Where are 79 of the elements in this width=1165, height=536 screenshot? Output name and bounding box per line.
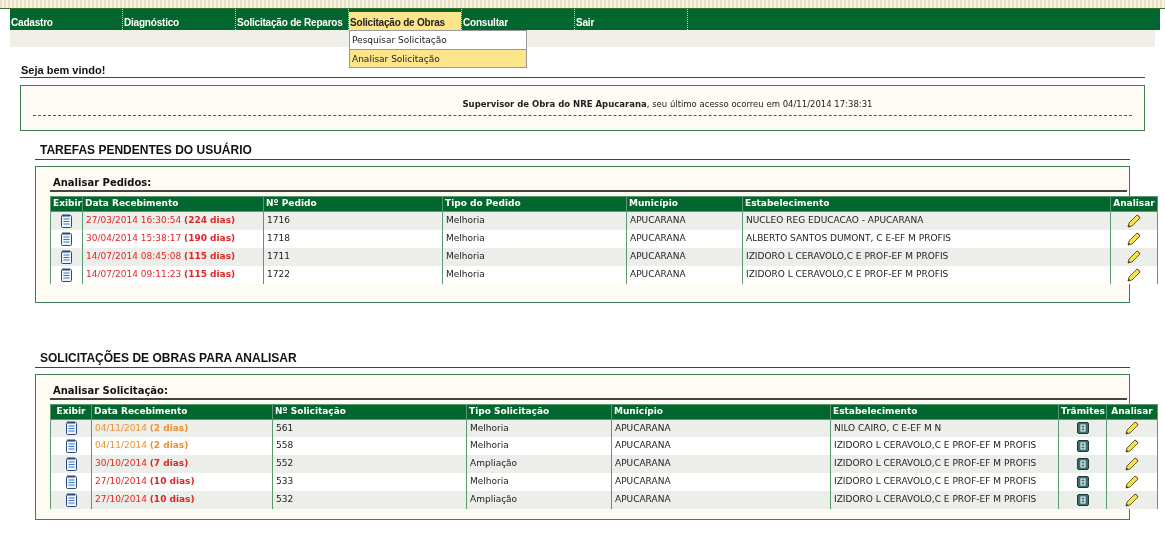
- column-header: Tipo do Pedido: [442, 196, 627, 212]
- list-icon[interactable]: [1076, 475, 1089, 488]
- column-header: Analisar: [1106, 404, 1158, 419]
- column-header: Analisar: [1110, 196, 1158, 212]
- column-header: Data Recebimento: [91, 404, 273, 419]
- document-icon[interactable]: [61, 267, 72, 282]
- pencil-icon[interactable]: [1125, 493, 1139, 507]
- list-icon[interactable]: [1076, 422, 1089, 434]
- document-icon[interactable]: [65, 439, 77, 453]
- column-header: Exibir: [50, 404, 92, 419]
- table-cell: Melhoria: [442, 211, 627, 230]
- table-cell: Melhoria: [442, 229, 627, 248]
- table-caption: Analisar Solicitação:: [52, 384, 169, 397]
- table-cell: APUCARANA: [611, 491, 831, 509]
- column-header: Estabelecimento: [830, 404, 1059, 419]
- column-header: Nº Solicitação: [272, 404, 467, 419]
- table-cell: APUCARANA: [626, 247, 743, 266]
- table-cell: APUCARANA: [626, 211, 743, 230]
- list-icon[interactable]: [1076, 457, 1089, 470]
- table-cell: IZIDORO L CERAVOLO,C E PROF-EF M PROFIS: [742, 265, 1111, 284]
- dropdown-item[interactable]: Analisar Solicitação: [350, 49, 526, 67]
- pencil-icon[interactable]: [1127, 231, 1141, 246]
- column-header: Município: [611, 404, 831, 419]
- received-date: 27/03/2014 16:30:54 (224 dias): [86, 215, 236, 225]
- document-icon[interactable]: [65, 475, 77, 489]
- pencil-icon[interactable]: [1127, 213, 1141, 228]
- section-title: TAREFAS PENDENTES DO USUÁRIO: [39, 143, 253, 157]
- column-header: Exibir: [50, 196, 83, 212]
- received-date: 14/07/2014 09:11:23 (115 dias): [86, 268, 236, 279]
- column-header: Trâmites: [1058, 404, 1107, 419]
- list-icon[interactable]: [1076, 493, 1089, 506]
- pencil-icon[interactable]: [1127, 249, 1141, 264]
- menu-item[interactable]: Diagnóstico: [123, 12, 235, 33]
- menu-item[interactable]: Cadastro: [10, 12, 122, 33]
- received-date: 04/11/2014 (2 dias): [95, 440, 189, 451]
- column-header: Tipo Solicitação: [466, 404, 612, 419]
- table-cell: 1716: [263, 211, 443, 230]
- menu-item[interactable]: Consultar: [462, 12, 574, 33]
- column-header: Município: [626, 196, 743, 212]
- table-cell: 532: [272, 491, 467, 509]
- pencil-icon[interactable]: [1125, 475, 1139, 489]
- column-header: Data Recebimento: [82, 196, 264, 212]
- table-cell: IZIDORO L CERAVOLO,C E PROF-EF M PROFIS: [742, 247, 1111, 266]
- table-caption: Analisar Pedidos:: [52, 177, 153, 189]
- pencil-icon[interactable]: [1127, 267, 1141, 282]
- last-access-text: Supervisor de Obra do NRE Apucarana, seu último acesso ocorreu em 04/11/2014 17:38:31: [462, 98, 873, 111]
- document-icon[interactable]: [65, 421, 77, 436]
- document-icon[interactable]: [61, 213, 72, 228]
- pencil-icon[interactable]: [1125, 421, 1139, 436]
- document-icon[interactable]: [61, 231, 72, 246]
- received-date: 30/10/2014 (7 dias): [95, 458, 189, 469]
- received-date: 30/04/2014 15:38:17 (190 dias): [86, 232, 236, 243]
- table-cell: IZIDORO L CERAVOLO,C E PROF-EF M PROFIS: [830, 491, 1059, 509]
- document-icon[interactable]: [65, 457, 77, 471]
- menu-item[interactable]: Solicitação de Reparos: [236, 12, 348, 33]
- pencil-icon[interactable]: [1125, 439, 1139, 453]
- received-date: 27/10/2014 (10 dias): [95, 476, 195, 487]
- table-cell: Melhoria: [442, 247, 627, 266]
- table-cell: NUCLEO REG EDUCACAO - APUCARANA: [742, 211, 1111, 230]
- table-cell: 1718: [263, 229, 443, 248]
- table-cell: Melhoria: [442, 265, 627, 284]
- column-header: Nº Pedido: [263, 196, 443, 212]
- table-cell: Ampliação: [466, 491, 612, 509]
- menu-item[interactable]: Sair: [575, 12, 687, 33]
- received-date: 14/07/2014 08:45:08 (115 dias): [86, 250, 236, 261]
- pencil-icon[interactable]: [1125, 457, 1139, 471]
- table-cell: ALBERTO SANTOS DUMONT, C E-EF M PROFIS: [742, 229, 1111, 248]
- table-cell: 1722: [263, 265, 443, 284]
- received-date: 27/10/2014 (10 dias): [95, 494, 195, 505]
- column-header: Estabelecimento: [742, 196, 1111, 212]
- document-icon[interactable]: [65, 493, 77, 507]
- table-cell: APUCARANA: [626, 229, 743, 248]
- received-date: 04/11/2014 (2 dias): [95, 422, 189, 433]
- welcome-text: Seja bem vindo!: [20, 64, 106, 76]
- section-title: SOLICITAÇÕES DE OBRAS PARA ANALISAR: [39, 350, 298, 365]
- document-icon[interactable]: [61, 249, 72, 264]
- table-cell: APUCARANA: [626, 265, 743, 284]
- list-icon[interactable]: [1076, 439, 1089, 452]
- table-cell: 1711: [263, 247, 443, 266]
